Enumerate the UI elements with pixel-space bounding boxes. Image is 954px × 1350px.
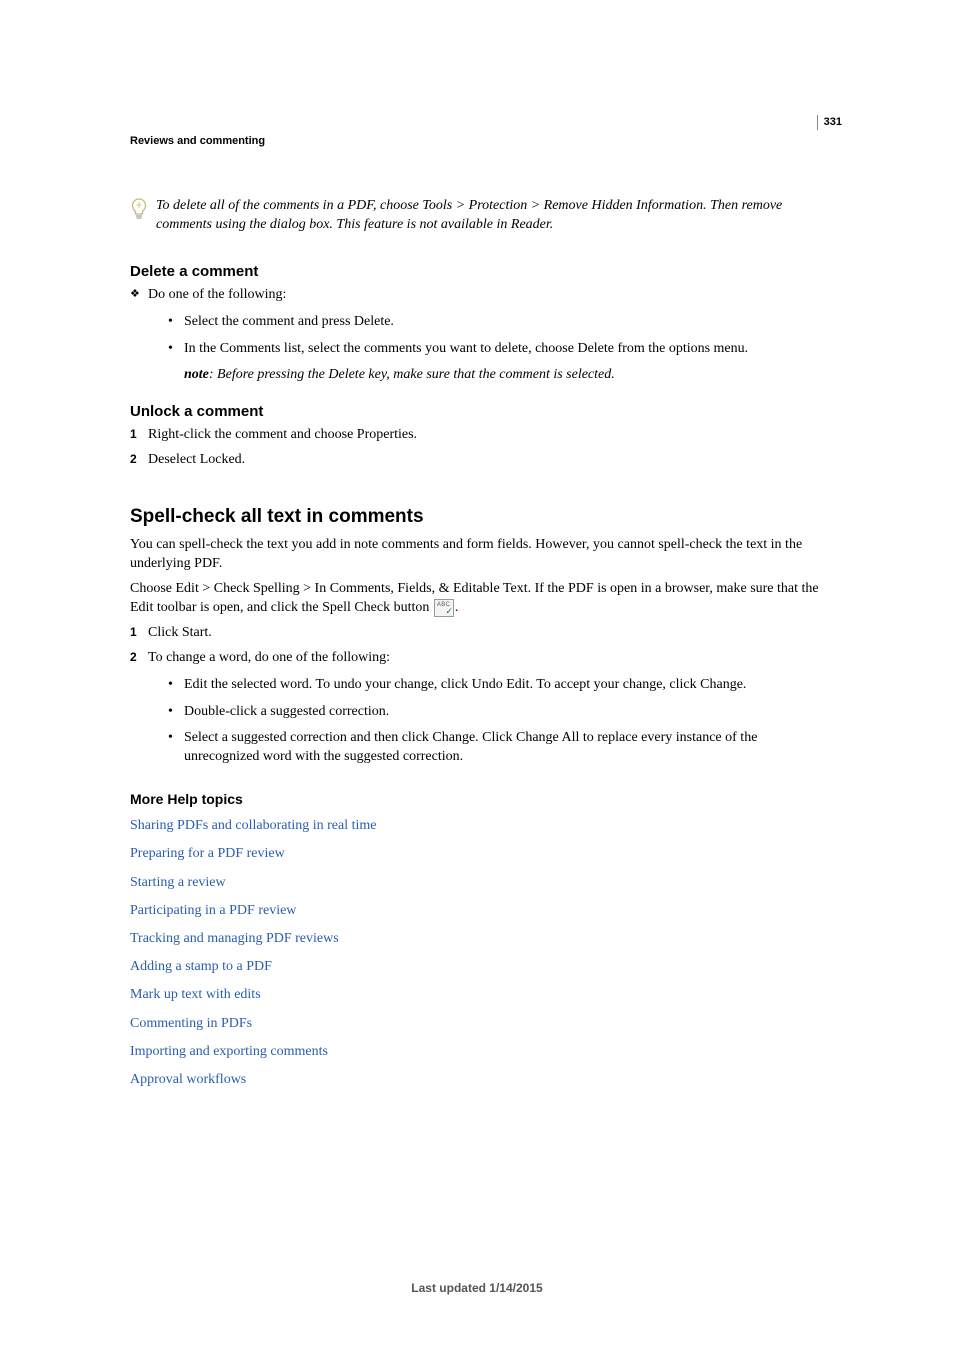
- note-text: : Before pressing the Delete key, make s…: [209, 367, 615, 382]
- tip-text: To delete all of the comments in a PDF, …: [156, 197, 824, 235]
- footer-last-updated: Last updated 1/14/2015: [0, 1281, 954, 1295]
- help-link[interactable]: Adding a stamp to a PDF: [130, 958, 824, 976]
- help-link[interactable]: Starting a review: [130, 874, 824, 892]
- list-item: Do one of the following: Select the comm…: [130, 286, 824, 386]
- list-item: Select a suggested correction and then c…: [168, 729, 824, 767]
- list-item: Click Start.: [130, 624, 824, 643]
- heading-unlock-comment: Unlock a comment: [130, 403, 824, 420]
- list-item: Deselect Locked.: [130, 451, 824, 470]
- chapter-header: Reviews and commenting: [130, 135, 824, 147]
- text-run: .: [455, 600, 459, 615]
- list-item: Edit the selected word. To undo your cha…: [168, 676, 824, 695]
- list-item: In the Comments list, select the comment…: [168, 340, 824, 386]
- list-item: Double-click a suggested correction.: [168, 703, 824, 722]
- help-link[interactable]: Commenting in PDFs: [130, 1015, 824, 1033]
- note-label: note: [184, 367, 209, 382]
- bullet-text: In the Comments list, select the comment…: [184, 341, 748, 356]
- help-link[interactable]: Tracking and managing PDF reviews: [130, 930, 824, 948]
- heading-spell-check: Spell-check all text in comments: [130, 506, 824, 528]
- help-link[interactable]: Sharing PDFs and collaborating in real t…: [130, 817, 824, 835]
- help-link[interactable]: Mark up text with edits: [130, 986, 824, 1004]
- tip-block: To delete all of the comments in a PDF, …: [130, 197, 824, 235]
- help-link[interactable]: Participating in a PDF review: [130, 902, 824, 920]
- paragraph: Choose Edit > Check Spelling > In Commen…: [130, 580, 824, 618]
- spell-check-icon: ABC✓: [434, 599, 454, 617]
- help-link[interactable]: Approval workflows: [130, 1071, 824, 1089]
- text-run: Choose Edit > Check Spelling > In Commen…: [130, 581, 819, 615]
- heading-delete-comment: Delete a comment: [130, 263, 824, 280]
- step-text: To change a word, do one of the followin…: [148, 650, 390, 665]
- list-item: Select the comment and press Delete.: [168, 313, 824, 332]
- paragraph: You can spell-check the text you add in …: [130, 536, 824, 574]
- lightbulb-icon: [130, 198, 152, 225]
- heading-more-help: More Help topics: [130, 791, 824, 807]
- help-link[interactable]: Importing and exporting comments: [130, 1043, 824, 1061]
- list-item: To change a word, do one of the followin…: [130, 649, 824, 767]
- lead-text: Do one of the following:: [148, 287, 286, 302]
- help-link[interactable]: Preparing for a PDF review: [130, 845, 824, 863]
- list-item: Right-click the comment and choose Prope…: [130, 426, 824, 445]
